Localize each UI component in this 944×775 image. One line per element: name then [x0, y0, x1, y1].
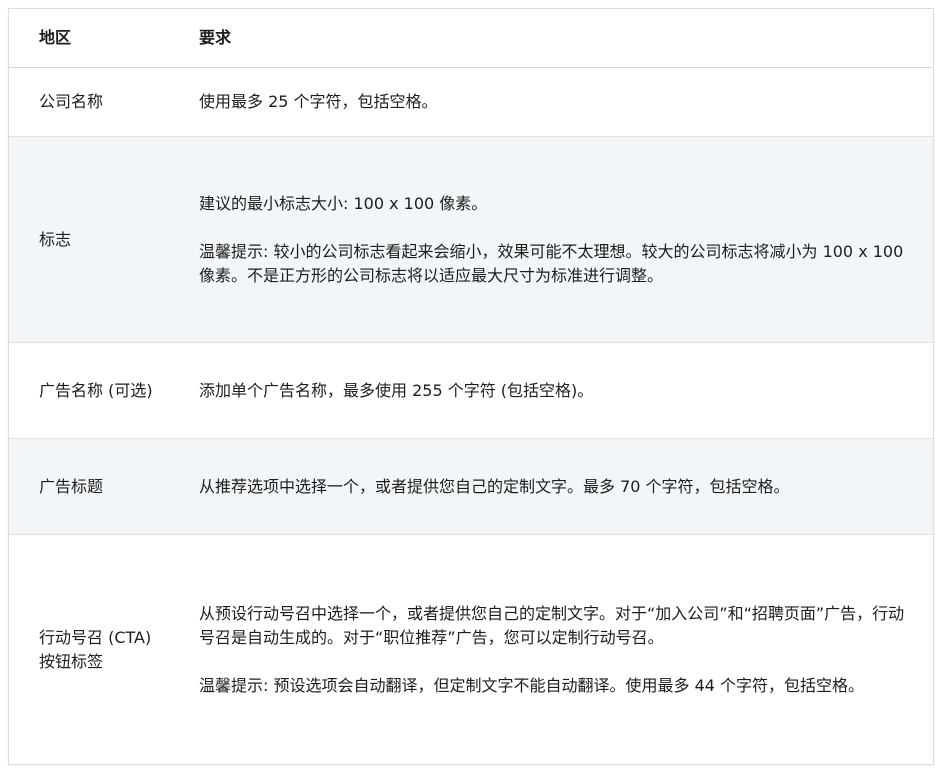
requirement-paragraph: 添加单个广告名称，最多使用 255 个字符 (包括空格)。	[199, 380, 594, 400]
table-header-row: 地区 要求	[9, 9, 933, 68]
requirement-paragraph: 建议的最小标志大小: 100 x 100 像素。	[199, 193, 488, 213]
requirement-tip-paragraph: 温馨提示: 预设选项会自动翻译，但定制文字不能自动翻译。使用最多 44 个字符，…	[199, 676, 865, 695]
row-requirement: 添加单个广告名称，最多使用 255 个字符 (包括空格)。	[199, 379, 933, 403]
row-region: 公司名称	[39, 92, 104, 111]
row-region: 广告标题	[39, 476, 104, 496]
row-requirement: 从预设行动号召中选择一个，或者提供您自己的定制文字。对于“加入公司”和“招聘页面…	[199, 602, 933, 698]
table-row: 行动号召 (CTA) 按钮标签 从预设行动号召中选择一个，或者提供您自己的定制文…	[9, 535, 933, 764]
table-row: 标志 建议的最小标志大小: 100 x 100 像素。 温馨提示: 较小的公司标…	[9, 137, 933, 343]
row-region: 行动号召 (CTA) 按钮标签	[39, 628, 152, 671]
row-region: 标志	[39, 229, 72, 249]
header-requirement: 要求	[199, 28, 232, 47]
header-region: 地区	[39, 28, 72, 47]
row-region: 广告名称 (可选)	[39, 380, 153, 400]
requirement-paragraph: 使用最多 25 个字符，包括空格。	[199, 92, 438, 111]
requirements-table: 地区 要求 公司名称 使用最多 25 个字符，包括空格。 标志 建议的最小标志大…	[8, 8, 934, 765]
requirement-paragraph: 从推荐选项中选择一个，或者提供您自己的定制文字。最多 70 个字符，包括空格。	[199, 476, 790, 496]
row-requirement: 建议的最小标志大小: 100 x 100 像素。 温馨提示: 较小的公司标志看起…	[199, 192, 933, 288]
requirement-tip-paragraph: 温馨提示: 较小的公司标志看起来会缩小，效果可能不太理想。较大的公司标志将减小为…	[199, 241, 904, 285]
table-row: 公司名称 使用最多 25 个字符，包括空格。	[9, 68, 933, 137]
row-requirement: 使用最多 25 个字符，包括空格。	[199, 90, 933, 114]
table-row: 广告名称 (可选) 添加单个广告名称，最多使用 255 个字符 (包括空格)。	[9, 343, 933, 439]
table-row: 广告标题 从推荐选项中选择一个，或者提供您自己的定制文字。最多 70 个字符，包…	[9, 439, 933, 535]
requirement-paragraph: 从预设行动号召中选择一个，或者提供您自己的定制文字。对于“加入公司”和“招聘页面…	[199, 604, 905, 647]
row-requirement: 从推荐选项中选择一个，或者提供您自己的定制文字。最多 70 个字符，包括空格。	[199, 475, 933, 499]
